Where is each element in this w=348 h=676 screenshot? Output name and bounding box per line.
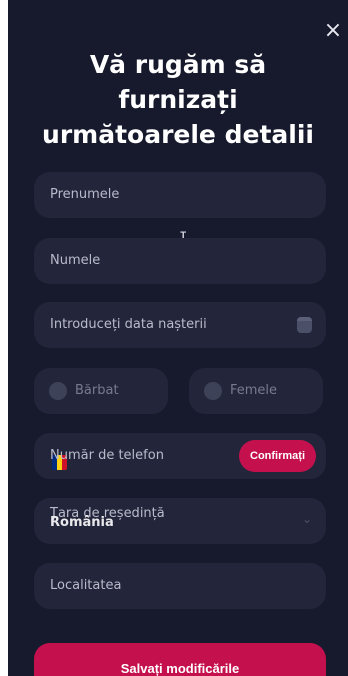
gender-option-male[interactable]: Bărbat — [34, 368, 168, 414]
chevron-down-icon[interactable]: ⌄ — [302, 512, 312, 526]
details-dialog: × Vă rugăm să furnizați următoarele deta… — [8, 0, 348, 676]
radio-male[interactable] — [49, 382, 67, 400]
birthdate-placeholder: Introduceți data nașterii — [50, 317, 207, 332]
last-name-field[interactable]: Numele — [34, 238, 326, 284]
dialog-title: Vă rugăm să furnizați următoarele detali… — [42, 50, 314, 149]
first-name-placeholder: Prenumele — [50, 187, 120, 202]
radio-female[interactable] — [204, 382, 222, 400]
country-value: România — [50, 515, 114, 530]
gender-option-female[interactable]: Femele — [189, 368, 323, 414]
country-select[interactable]: Țara de reședință România ⌄ — [34, 498, 326, 544]
phone-placeholder: Număr de telefon — [50, 448, 164, 463]
city-placeholder: Localitatea — [50, 578, 122, 593]
country-label: Țara de reședință — [50, 506, 165, 521]
save-changes-button[interactable]: Salvați modificările — [34, 643, 326, 676]
first-name-field[interactable]: Prenumele — [34, 172, 326, 218]
gender-male-label: Bărbat — [75, 383, 119, 398]
close-icon[interactable]: × — [320, 18, 346, 44]
last-name-placeholder: Numele — [50, 253, 101, 268]
calendar-icon[interactable] — [297, 317, 312, 333]
confirm-phone-button[interactable]: Confirmați — [239, 440, 316, 472]
city-field[interactable]: Localitatea — [34, 563, 326, 609]
phone-field[interactable]: Număr de telefon Confirmați — [34, 433, 326, 479]
gender-female-label: Femele — [230, 383, 278, 398]
birthdate-field[interactable]: Introduceți data nașterii — [34, 302, 326, 348]
